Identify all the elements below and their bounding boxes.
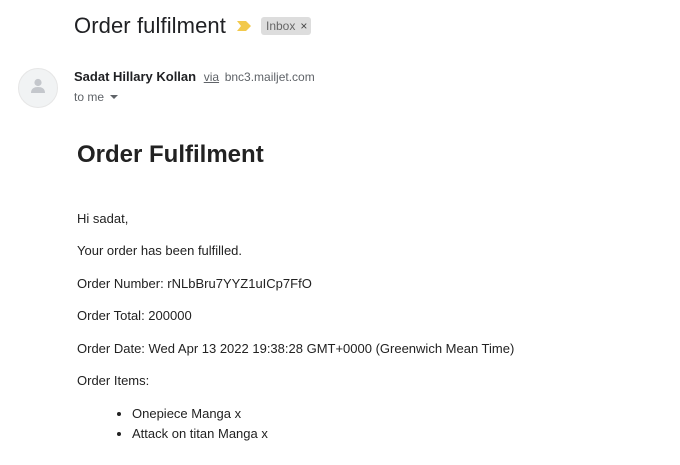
message-heading: Order Fulfilment (77, 141, 264, 168)
label-chip-text: Inbox (265, 19, 296, 33)
label-chip-inbox[interactable]: Inbox × (260, 17, 312, 35)
list-item: Attack on titan Manga x (132, 424, 268, 444)
via-link[interactable]: via (204, 70, 219, 84)
remove-label-icon[interactable]: × (300, 19, 307, 33)
email-view: Order fulfilment Inbox × Sadat Hillary K… (0, 0, 680, 465)
person-icon (28, 76, 48, 101)
email-subject: Order fulfilment (74, 13, 226, 38)
sender-line: Sadat Hillary Kollan via bnc3.mailjet.co… (74, 69, 315, 84)
greeting: Hi sadat, (77, 211, 129, 226)
sender-avatar[interactable] (18, 68, 58, 108)
order-date: Order Date: Wed Apr 13 2022 19:38:28 GMT… (77, 341, 515, 356)
sender-name[interactable]: Sadat Hillary Kollan (74, 69, 196, 84)
status-line: Your order has been fulfilled. (77, 243, 243, 258)
caret-down-icon[interactable] (110, 95, 119, 99)
subject-row: Order fulfilment Inbox × (74, 12, 312, 40)
order-total: Order Total: 200000 (77, 308, 192, 323)
list-item: Onepiece Manga x (132, 404, 268, 424)
recipient-details-toggle[interactable]: to me (74, 90, 119, 104)
to-me-label: to me (74, 90, 105, 104)
order-number: Order Number: rNLbBru7YYZ1uICp7FfO (77, 276, 312, 291)
message-body: Order Fulfilment Hi sadat, Your order ha… (77, 138, 667, 441)
order-items-list: Onepiece Manga x Attack on titan Manga x (77, 404, 268, 444)
order-items-label: Order Items: (77, 373, 150, 388)
importance-marker-icon[interactable] (236, 19, 252, 33)
via-domain: bnc3.mailjet.com (224, 70, 315, 84)
